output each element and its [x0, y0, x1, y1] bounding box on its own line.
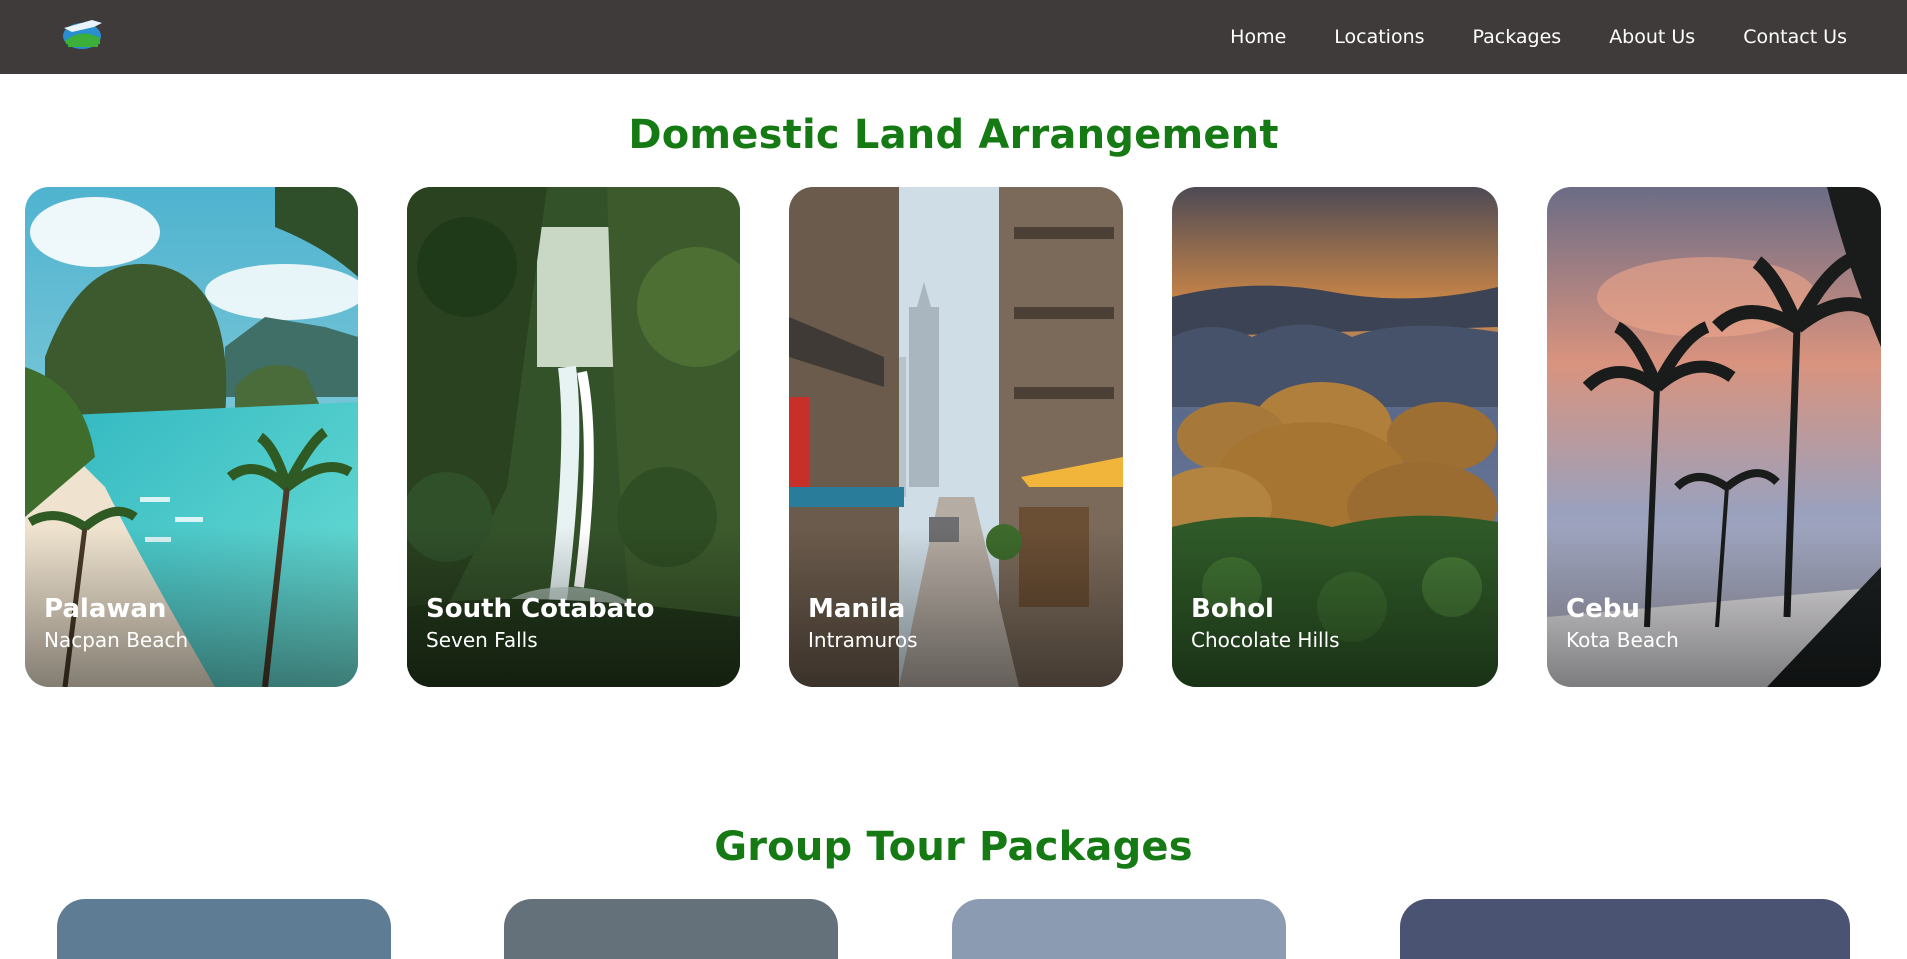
card-location-spot: Kota Beach [1566, 628, 1679, 652]
card-location-name: Bohol [1191, 594, 1274, 624]
nav-link-packages[interactable]: Packages [1473, 26, 1562, 48]
card-location-spot: Seven Falls [426, 628, 538, 652]
card-location-name: Cebu [1566, 594, 1640, 624]
package-card-2[interactable] [504, 899, 838, 959]
nav-link-contact-us[interactable]: Contact Us [1743, 26, 1847, 48]
card-location-spot: Chocolate Hills [1191, 628, 1340, 652]
destination-card-palawan[interactable]: Palawan Nacpan Beach [25, 187, 358, 687]
destination-card-manila[interactable]: Manila Intramuros [789, 187, 1123, 687]
top-navbar: Home Locations Packages About Us Contact… [0, 0, 1907, 74]
destination-card-bohol[interactable]: Bohol Chocolate Hills [1172, 187, 1498, 687]
nav-link-home[interactable]: Home [1230, 26, 1286, 48]
card-location-name: Palawan [44, 594, 167, 624]
destination-card-cebu[interactable]: Cebu Kota Beach [1547, 187, 1881, 687]
nav-link-about-us[interactable]: About Us [1609, 26, 1695, 48]
nav-menu: Home Locations Packages About Us Contact… [1230, 0, 1847, 74]
package-card-1[interactable] [57, 899, 391, 959]
card-location-spot: Nacpan Beach [44, 628, 189, 652]
card-location-spot: Intramuros [808, 628, 918, 652]
section-title-domestic: Domestic Land Arrangement [628, 112, 1279, 158]
nav-link-locations[interactable]: Locations [1334, 26, 1424, 48]
package-card-3[interactable] [952, 899, 1286, 959]
destination-card-south-cotabato[interactable]: South Cotabato Seven Falls [407, 187, 740, 687]
card-location-name: Manila [808, 594, 906, 624]
section-title-group-tours: Group Tour Packages [714, 824, 1193, 870]
package-card-4[interactable] [1400, 899, 1850, 959]
card-location-name: South Cotabato [426, 594, 655, 624]
brand-logo-icon[interactable] [58, 14, 108, 52]
